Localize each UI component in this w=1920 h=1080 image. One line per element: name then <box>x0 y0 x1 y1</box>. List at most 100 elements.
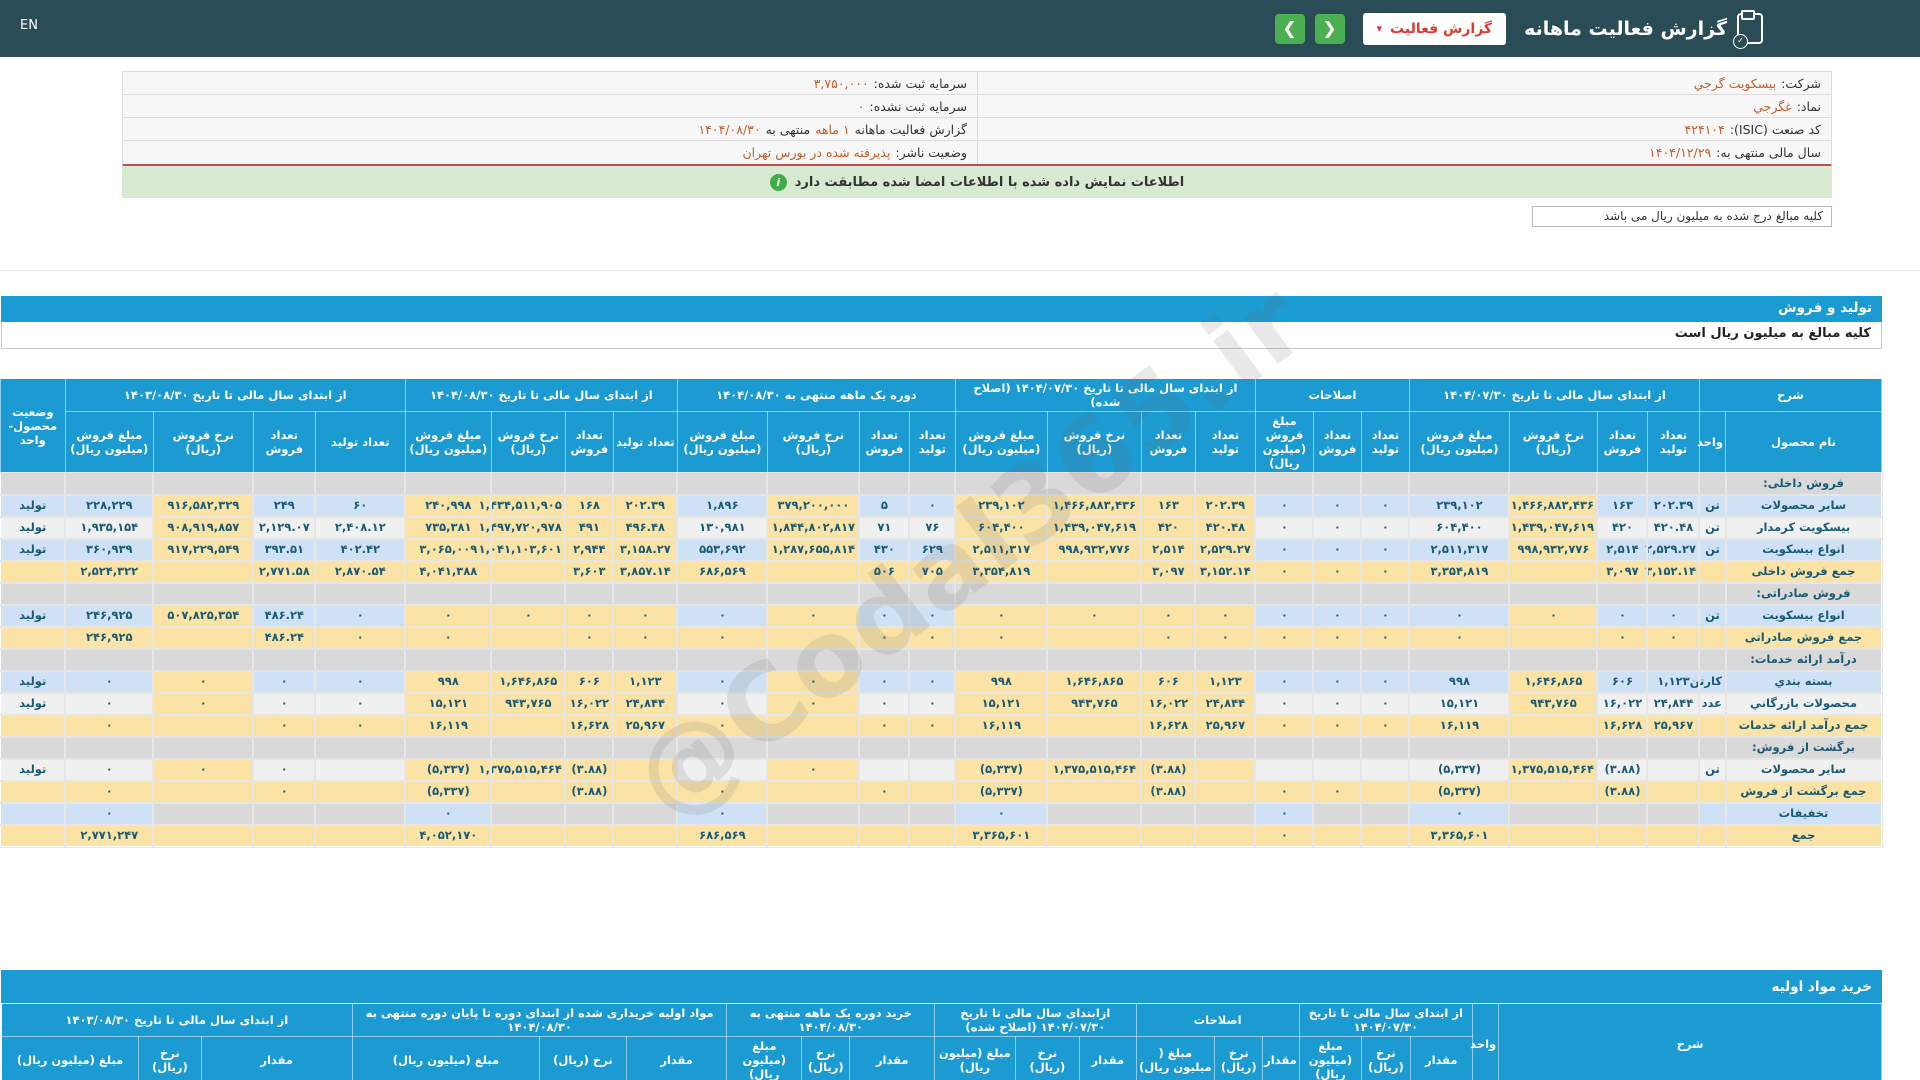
value-cell: ۱,۴۳۹,۰۴۷,۶۱۹ <box>1508 515 1599 540</box>
language-toggle[interactable]: EN <box>20 18 38 33</box>
value-cell: ۰ <box>1312 537 1363 562</box>
next-report-button[interactable]: ❮ <box>1314 13 1345 44</box>
value-cell: ۳,۱۵۲.۱۴ <box>1194 559 1257 584</box>
table-row: محصولات بازرگاني عدد ۲۴,۸۴۴ ۱۶,۰۲۲ ۹۴۳,۷۶۵ ۱۵… <box>0 691 1883 716</box>
field-label: سرمایه ثبت شده: <box>873 75 967 91</box>
value-cell: ۱,۴۳۹,۰۴۷,۶۱۹ <box>1046 515 1143 540</box>
value-cell <box>1140 801 1197 826</box>
column-header: تعداد تولید <box>1360 411 1410 473</box>
value-cell: ۰ <box>314 669 407 694</box>
value-cell: ۰ <box>612 625 679 650</box>
field-value: ۱۴۰۴/۱۲/۲۹ <box>1649 145 1712 160</box>
unit-cell <box>1698 713 1727 738</box>
period-group-header: از ابتدای سال مالی تا تاریخ ۱۴۰۳/۰۸/۳۰ <box>64 378 406 412</box>
value-cell <box>858 735 911 760</box>
value-cell: ۶۰۴,۴۰۰ <box>1408 515 1511 540</box>
notice-text: اطلاعات نمایش داده شده با اطلاعات امضا ش… <box>794 174 1185 190</box>
info-row: سال مالی منتهی به: ۱۴۰۴/۱۲/۲۹ وضعیت ناشر… <box>123 141 1831 164</box>
value-cell <box>1254 757 1315 782</box>
value-cell: ۳۹۳.۵۱ <box>252 537 317 562</box>
value-cell <box>252 823 317 848</box>
value-cell: ۶۰۶ <box>1140 669 1197 694</box>
column-header: نرخ (ریال) <box>1361 1036 1411 1080</box>
value-cell <box>766 581 861 606</box>
value-cell <box>1508 735 1599 760</box>
column-header: تعداد تولید <box>612 411 678 473</box>
topbar-group: گزارش فعالیت ماهانه گزارش فعالیت ▾ ❮ ❯ <box>1274 0 1766 57</box>
value-cell: ۲,۸۷۰.۵۴ <box>314 559 407 584</box>
value-cell <box>1140 647 1197 672</box>
value-cell <box>404 735 493 760</box>
value-cell <box>314 757 407 782</box>
column-header: نرخ فروش (ریال) <box>1508 411 1598 473</box>
column-header: نرخ (ریال) <box>1014 1036 1081 1080</box>
status-cell <box>0 801 67 826</box>
value-cell <box>152 559 255 584</box>
symbol-field: نماد: غگرجي <box>977 95 1831 117</box>
report-type-dropdown[interactable]: گزارش فعالیت ▾ <box>1362 12 1507 45</box>
value-cell <box>858 757 911 782</box>
unit-cell <box>1698 647 1727 672</box>
value-cell <box>766 735 861 760</box>
previous-report-button[interactable]: ❯ <box>1274 13 1305 44</box>
value-cell: ۰ <box>676 779 769 804</box>
value-cell <box>252 801 317 826</box>
value-cell: ۱۶,۱۱۹ <box>1408 713 1511 738</box>
value-cell: (۳.۸۸) <box>564 757 615 782</box>
unit-header: واحد <box>1470 1003 1500 1080</box>
field-value: غگرجي <box>1753 98 1792 114</box>
info-row: شرکت: بیسکویت گرجي سرمایه ثبت شده: ۳,۷۵۰… <box>123 72 1831 95</box>
unit-cell <box>1698 559 1727 584</box>
value-cell <box>954 471 1049 496</box>
column-header: مبلغ فروش (میلیون ریال) <box>1254 411 1314 473</box>
value-cell: ۰ <box>152 669 255 694</box>
value-cell <box>64 735 155 760</box>
section-row: برگشت از فروش: <box>0 735 1883 760</box>
value-cell: ۱,۸۹۶ <box>676 493 769 518</box>
value-cell: ۰ <box>1140 625 1197 650</box>
column-header: مقدار <box>1409 1036 1473 1080</box>
corner-header: شرح <box>1698 378 1883 412</box>
table-row: تخفیفات ۰ ۰ ۰ ۰ ۰ ۰ <box>0 801 1883 826</box>
value-cell: ۶۸۶,۵۶۹ <box>676 559 769 584</box>
column-header: مبلغ فروش (میلیون ریال) <box>404 411 492 473</box>
value-cell: ۰ <box>766 603 861 628</box>
unregistered-capital-field: سرمایه ثبت نشده: ۰ <box>123 95 977 117</box>
value-cell: ۱۶,۰۲۲ <box>1140 691 1197 716</box>
value-cell <box>908 779 957 804</box>
value-cell: ۱,۳۷۵,۵۱۵,۴۶۴ <box>479 757 567 782</box>
value-cell <box>152 581 255 606</box>
value-cell: ۹۱۶,۵۸۲,۳۲۹ <box>152 493 255 518</box>
value-cell <box>766 471 861 496</box>
status-cell: تولید <box>0 515 67 540</box>
value-cell: ۰ <box>1596 625 1649 650</box>
row-label: بسته بندي <box>1724 669 1883 694</box>
value-cell: ۰ <box>1140 603 1197 628</box>
value-cell: ۱۵,۱۲۱ <box>954 691 1049 716</box>
value-cell: ۰ <box>858 669 911 694</box>
value-cell <box>1046 647 1143 672</box>
status-cell <box>0 735 67 760</box>
row-label: انواع بیسکویت <box>1724 603 1883 628</box>
value-cell: ۴,۰۵۲,۱۷۰ <box>404 823 493 848</box>
value-cell: ۲۵,۹۶۷ <box>612 713 679 738</box>
value-cell: ۲,۱۲۹.۰۷ <box>252 515 317 540</box>
value-cell: ۰ <box>404 801 493 826</box>
header-group-row: شرح واحد از ابتدای سال مالی تا تاریخ ۱۴۰۴/… <box>1 1003 1882 1080</box>
value-cell: ۰ <box>908 493 957 518</box>
sales-table-container: شرح از ابتدای سال مالی تا تاریخ ۱۴۰۴/۰۷/۳… <box>0 378 1883 848</box>
section-label: برگشت از فروش: <box>1724 735 1883 760</box>
value-cell: ۱۶,۱۱۹ <box>404 713 493 738</box>
value-cell: ۰ <box>908 603 957 628</box>
column-header: مبلغ (میلیون ریال) <box>351 1036 541 1080</box>
value-cell <box>490 823 567 848</box>
value-cell <box>1140 581 1197 606</box>
value-cell <box>612 581 679 606</box>
value-cell: ۰ <box>676 603 769 628</box>
value-cell <box>1646 823 1701 848</box>
status-cell <box>0 779 67 804</box>
value-cell <box>1596 647 1649 672</box>
row-label: جمع درآمد ارائه خدمات <box>1724 713 1883 738</box>
period-group-header: از ابتدای سال مالی تا تاریخ ۱۴۰۴/۰۷/۳۰ (… <box>954 378 1256 412</box>
value-cell: ۰ <box>404 625 493 650</box>
